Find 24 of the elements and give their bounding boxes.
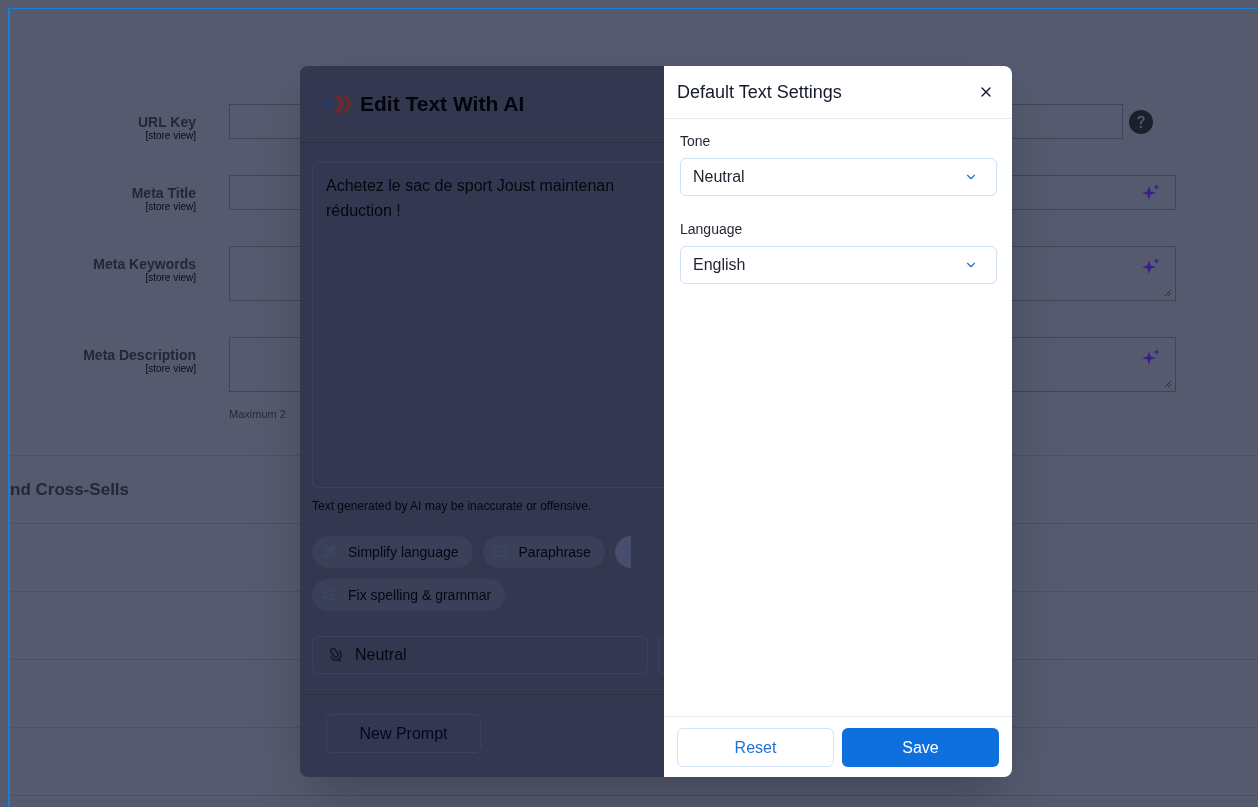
reset-button[interactable]: Reset xyxy=(677,728,834,767)
scope-label: [store view] xyxy=(145,130,196,142)
text-line: réduction ! xyxy=(326,201,401,221)
dropdown-select[interactable]: Neutral xyxy=(680,158,997,196)
modal-title: Edit Text With AI xyxy=(360,91,525,118)
scope-label: [store view] xyxy=(145,201,196,213)
scope-label: [store view] xyxy=(145,272,196,284)
resize-grip-icon[interactable] xyxy=(1164,380,1172,388)
save-button[interactable]: Save xyxy=(842,728,999,767)
dropdown-select[interactable]: English xyxy=(680,246,997,284)
action-chip[interactable]: Simplify language xyxy=(312,536,473,568)
action-chip[interactable]: Paraphrase xyxy=(482,536,605,568)
field-label: Language xyxy=(680,221,744,238)
disclaimer-text: Text generated by AI may be inaccurate or offensive. xyxy=(312,498,592,515)
tone-select[interactable]: Neutral xyxy=(312,636,648,674)
field-label: Tone xyxy=(680,133,712,150)
action-chip[interactable]: Fix spelling & grammar xyxy=(312,579,506,611)
logo-icon xyxy=(326,93,354,115)
panel-title: Default Text Settings xyxy=(677,80,842,104)
resize-grip-icon[interactable] xyxy=(1164,289,1172,297)
help-icon[interactable] xyxy=(1129,110,1153,134)
scope-label: [store view] xyxy=(145,363,196,375)
action-chip[interactable] xyxy=(614,536,631,568)
text-line: Achetez le sac de sport Joust maintenan xyxy=(326,176,615,196)
